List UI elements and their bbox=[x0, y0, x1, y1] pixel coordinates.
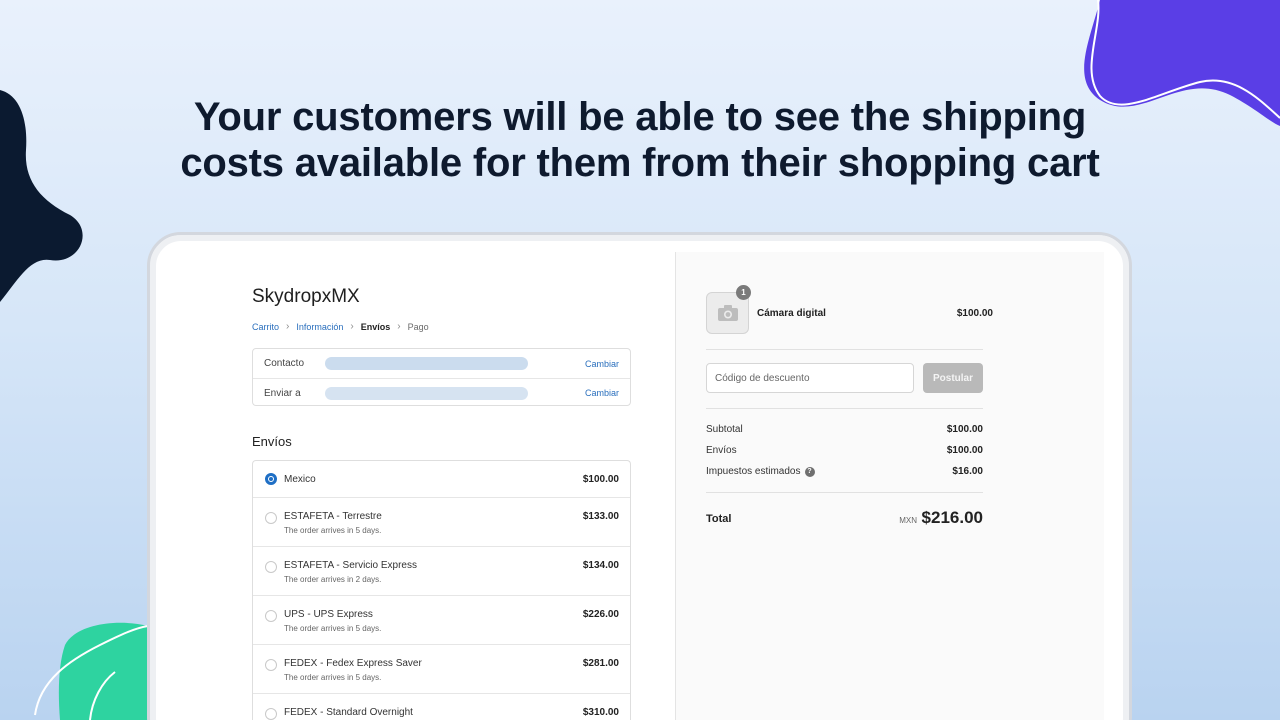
discount-code-input[interactable] bbox=[706, 363, 914, 393]
camera-icon bbox=[717, 305, 738, 321]
taxes-label-wrap: Impuestos estimados? bbox=[706, 466, 815, 477]
ship-to-label: Enviar a bbox=[264, 387, 301, 399]
chevron-right-icon: › bbox=[286, 321, 290, 332]
checkout-screen: SkydropxMX Carrito › Información › Envío… bbox=[159, 244, 1120, 720]
subtotal-row: Subtotal $100.00 bbox=[706, 424, 983, 435]
shipping-option-detail: The order arrives in 5 days. bbox=[284, 624, 382, 633]
breadcrumb: Carrito › Información › Envíos › Pago bbox=[252, 321, 429, 332]
radio-unselected[interactable] bbox=[265, 659, 277, 671]
change-address-link[interactable]: Cambiar bbox=[585, 388, 619, 398]
shipping-option-name: Mexico bbox=[284, 474, 316, 485]
breadcrumb-shipping: Envíos bbox=[360, 321, 391, 332]
change-contact-link[interactable]: Cambiar bbox=[585, 359, 619, 369]
chevron-right-icon: › bbox=[397, 321, 401, 332]
divider bbox=[706, 492, 983, 493]
order-summary: 1 Cámara digital $100.00 Postular Subtot… bbox=[675, 252, 1104, 720]
headline: Your customers will be able to see the s… bbox=[0, 94, 1280, 186]
shipping-option-price: $226.00 bbox=[582, 609, 619, 620]
shipping-option[interactable]: FEDEX - Standard Overnight $310.00 bbox=[253, 694, 630, 720]
total-currency: MXN bbox=[899, 516, 917, 525]
breadcrumb-information[interactable]: Información bbox=[296, 322, 343, 332]
radio-selected[interactable] bbox=[265, 473, 277, 485]
shipping-option-price: $100.00 bbox=[582, 474, 619, 485]
subtotal-value: $100.00 bbox=[946, 424, 983, 435]
shipping-label: Envíos bbox=[706, 445, 737, 456]
shipping-option-name: UPS - UPS Express bbox=[284, 609, 373, 620]
shipping-option-price: $310.00 bbox=[582, 707, 619, 718]
shipping-option[interactable]: ESTAFETA - Terrestre The order arrives i… bbox=[253, 498, 630, 547]
help-icon[interactable]: ? bbox=[804, 467, 815, 477]
radio-unselected[interactable] bbox=[265, 512, 277, 524]
apply-discount-button[interactable]: Postular bbox=[923, 363, 983, 393]
ship-to-value-placeholder bbox=[325, 386, 528, 400]
device-frame: SkydropxMX Carrito › Información › Envío… bbox=[147, 232, 1132, 720]
breadcrumb-payment: Pago bbox=[407, 321, 429, 332]
store-name: SkydropxMX bbox=[252, 286, 360, 307]
shipping-option-price: $133.00 bbox=[582, 511, 619, 522]
headline-line-1: Your customers will be able to see the s… bbox=[193, 95, 1087, 139]
contact-label: Contacto bbox=[264, 358, 305, 369]
taxes-row: Impuestos estimados? $16.00 bbox=[706, 466, 983, 477]
shipping-option-name: ESTAFETA - Terrestre bbox=[284, 511, 382, 522]
product-price: $100.00 bbox=[956, 308, 993, 319]
contact-row: Contacto Cambiar bbox=[253, 349, 630, 378]
shipping-value: $100.00 bbox=[946, 445, 983, 456]
taxes-label: Impuestos estimados bbox=[706, 466, 801, 477]
shipping-option-detail: The order arrives in 5 days. bbox=[284, 673, 382, 682]
shipping-row: Envíos $100.00 bbox=[706, 445, 983, 456]
headline-line-2: costs available for them from their shop… bbox=[180, 141, 1100, 185]
contact-summary-box: Contacto Cambiar Enviar a Cambiar bbox=[252, 348, 631, 406]
shipping-option-price: $281.00 bbox=[582, 658, 619, 669]
total-row: Total MXN $216.00 bbox=[706, 508, 983, 532]
shipping-option[interactable]: UPS - UPS Express The order arrives in 5… bbox=[253, 596, 630, 645]
breadcrumb-cart[interactable]: Carrito bbox=[252, 322, 279, 332]
shipping-option[interactable]: Mexico $100.00 bbox=[253, 461, 630, 498]
total-value: $216.00 bbox=[921, 508, 983, 527]
green-blob-decoration bbox=[34, 622, 149, 720]
subtotal-label: Subtotal bbox=[706, 424, 743, 435]
shipping-option[interactable]: ESTAFETA - Servicio Express The order ar… bbox=[253, 547, 630, 596]
checkout-main: SkydropxMX Carrito › Información › Envío… bbox=[159, 244, 675, 720]
total-label: Total bbox=[706, 513, 732, 525]
shipping-option-price: $134.00 bbox=[582, 560, 619, 571]
product-name: Cámara digital bbox=[757, 308, 826, 319]
divider bbox=[706, 349, 983, 350]
shipping-option-name: FEDEX - Fedex Express Saver bbox=[284, 658, 422, 669]
taxes-value: $16.00 bbox=[952, 466, 983, 477]
quantity-badge: 1 bbox=[736, 285, 751, 300]
radio-unselected[interactable] bbox=[265, 610, 277, 622]
shipping-option-name: FEDEX - Standard Overnight bbox=[284, 707, 413, 718]
divider bbox=[706, 408, 983, 409]
shipping-option[interactable]: FEDEX - Fedex Express Saver The order ar… bbox=[253, 645, 630, 694]
shipping-section-title: Envíos bbox=[252, 434, 292, 449]
radio-unselected[interactable] bbox=[265, 708, 277, 720]
shipping-option-detail: The order arrives in 5 days. bbox=[284, 526, 382, 535]
chevron-right-icon: › bbox=[350, 321, 354, 332]
shipping-options-list: Mexico $100.00 ESTAFETA - Terrestre The … bbox=[252, 460, 631, 720]
ship-to-row: Enviar a Cambiar bbox=[253, 378, 630, 407]
contact-value-placeholder bbox=[325, 357, 528, 370]
shipping-option-detail: The order arrives in 2 days. bbox=[284, 575, 382, 584]
shipping-option-name: ESTAFETA - Servicio Express bbox=[284, 560, 417, 571]
radio-unselected[interactable] bbox=[265, 561, 277, 573]
